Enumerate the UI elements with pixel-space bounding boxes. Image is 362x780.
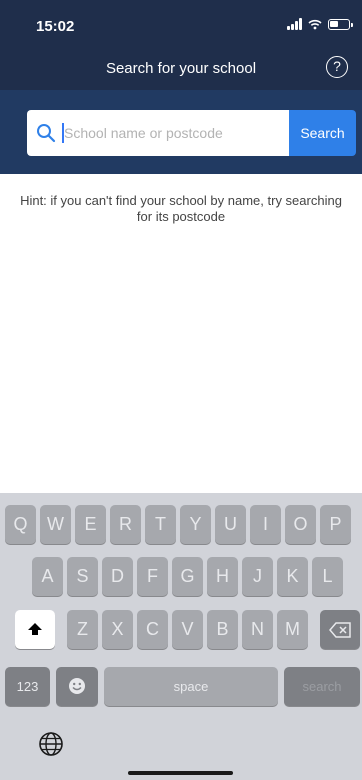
hint-text: Hint: if you can't find your school by n… (20, 193, 342, 224)
emoji-key[interactable] (56, 667, 98, 706)
page-title: Search for your school (105, 60, 257, 77)
key-s[interactable]: S (67, 557, 98, 596)
key-c[interactable]: C (137, 610, 168, 649)
key-t[interactable]: T (145, 505, 176, 544)
key-d[interactable]: D (102, 557, 133, 596)
key-a[interactable]: A (32, 557, 63, 596)
key-r[interactable]: R (110, 505, 141, 544)
key-w[interactable]: W (40, 505, 71, 544)
key-n[interactable]: N (242, 610, 273, 649)
home-indicator[interactable] (128, 771, 233, 775)
search-icon (37, 124, 56, 143)
key-g[interactable]: G (172, 557, 203, 596)
key-q[interactable]: Q (5, 505, 36, 544)
key-v[interactable]: V (172, 610, 203, 649)
globe-icon (39, 732, 63, 756)
key-u[interactable]: U (215, 505, 246, 544)
key-p[interactable]: P (320, 505, 351, 544)
wifi-icon (308, 19, 322, 29)
battery-icon (328, 18, 353, 30)
key-l[interactable]: L (312, 557, 343, 596)
on-screen-keyboard: Q W E R T Y U I O P A S D F G H J K L Z … (0, 493, 362, 780)
key-z[interactable]: Z (67, 610, 98, 649)
space-key[interactable]: space (104, 667, 278, 706)
key-i[interactable]: I (250, 505, 281, 544)
status-time: 15:02 (36, 18, 75, 35)
key-b[interactable]: B (207, 610, 238, 649)
search-input[interactable] (64, 122, 284, 144)
shift-icon (28, 623, 42, 635)
numbers-key[interactable]: 123 (5, 667, 50, 706)
key-x[interactable]: X (102, 610, 133, 649)
signal-icon (287, 18, 302, 30)
status-bar: 15:02 (0, 0, 362, 50)
status-icons (287, 18, 353, 30)
key-o[interactable]: O (285, 505, 316, 544)
help-button[interactable]: ? (326, 56, 348, 78)
emoji-icon (69, 678, 85, 694)
backspace-key[interactable] (320, 610, 360, 649)
search-key[interactable]: search (284, 667, 360, 706)
search-field[interactable] (27, 110, 289, 156)
key-f[interactable]: F (137, 557, 168, 596)
search-button[interactable]: Search (289, 110, 356, 156)
shift-key[interactable] (15, 610, 55, 649)
key-j[interactable]: J (242, 557, 273, 596)
key-e[interactable]: E (75, 505, 106, 544)
key-m[interactable]: M (277, 610, 308, 649)
key-h[interactable]: H (207, 557, 238, 596)
globe-button[interactable] (38, 731, 64, 762)
key-k[interactable]: K (277, 557, 308, 596)
key-y[interactable]: Y (180, 505, 211, 544)
backspace-icon (329, 622, 351, 638)
